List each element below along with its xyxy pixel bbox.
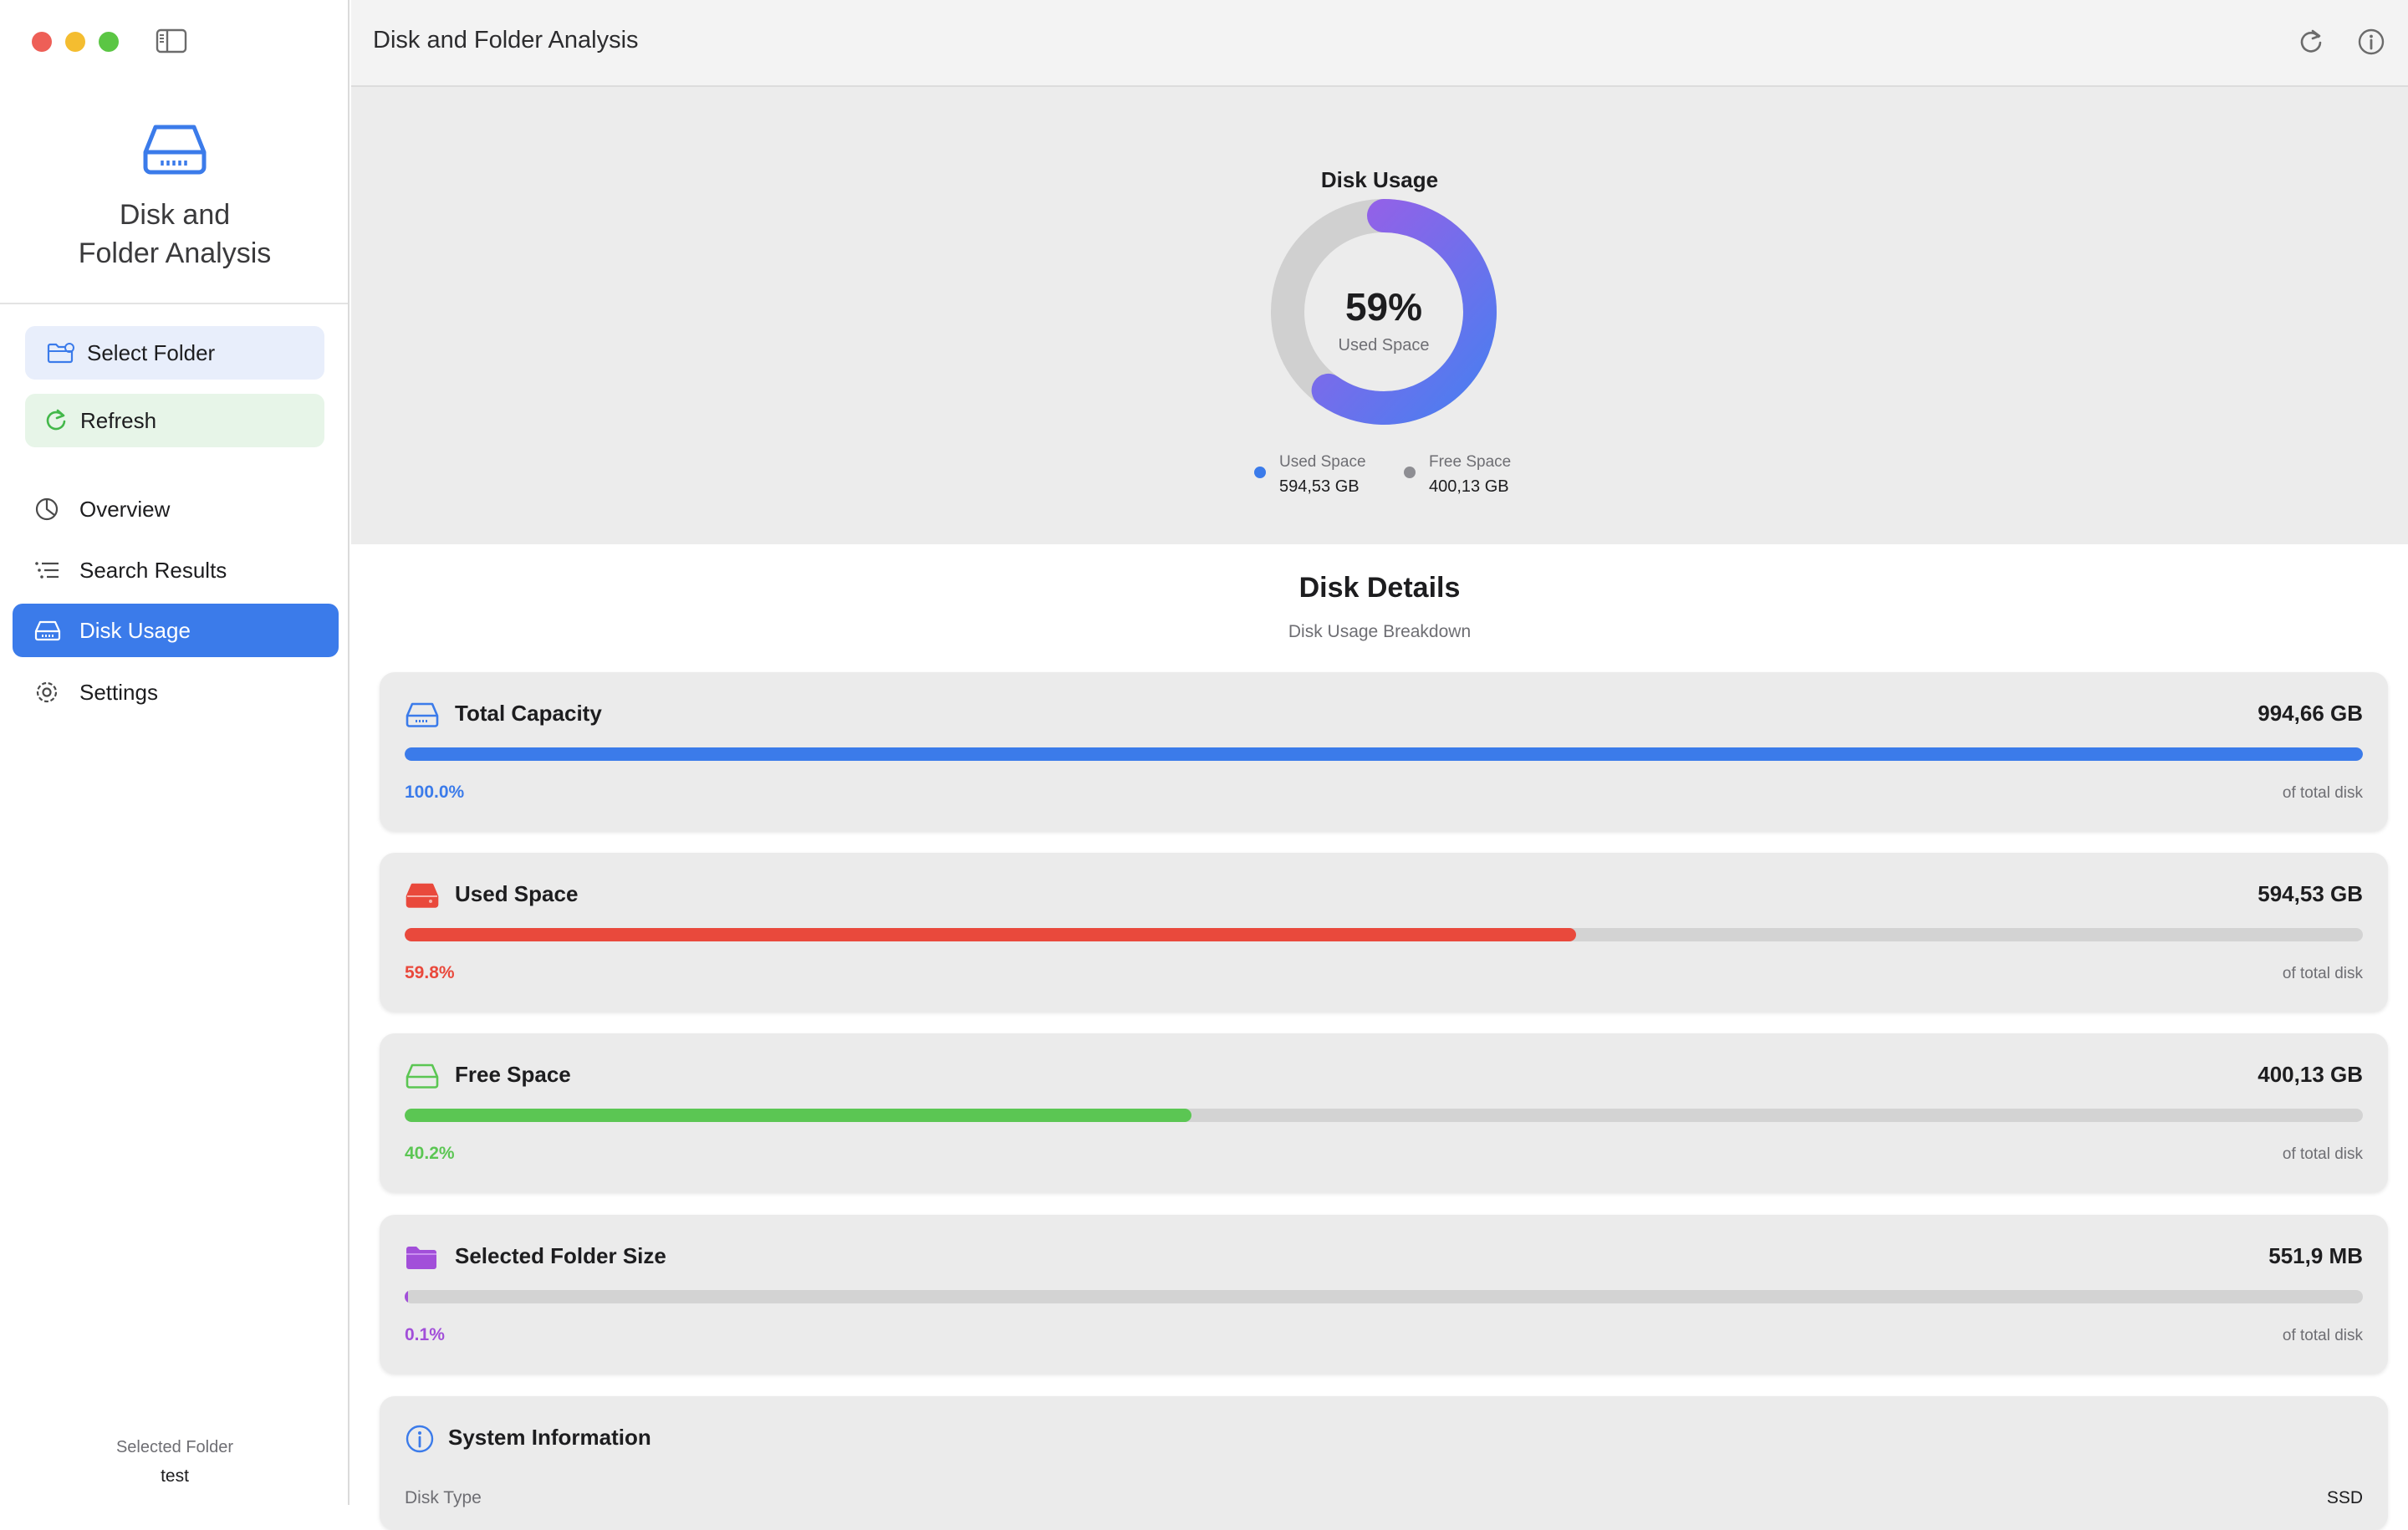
total-capacity-card: Total Capacity 994,66 GB 100.0% of total… [380, 672, 2388, 831]
card-percent: 100.0% [405, 783, 464, 803]
card-label: Used Space [455, 881, 578, 907]
gear-icon [34, 680, 64, 705]
select-folder-label: Select Folder [87, 340, 215, 366]
card-percent: 0.1% [405, 1325, 445, 1345]
free-space-card: Free Space 400,13 GB 40.2% of total disk [380, 1033, 2388, 1192]
card-caption: of total disk [2283, 1327, 2363, 1345]
drive-outline-icon [405, 699, 441, 731]
sidebar-item-label: Overview [79, 497, 170, 523]
drive-icon [34, 620, 64, 641]
select-folder-button[interactable]: Select Folder [25, 326, 324, 380]
window-controls [32, 32, 119, 52]
app-title-line2: Folder Analysis [0, 234, 349, 273]
minimize-window-button[interactable] [65, 32, 85, 52]
sidebar-item-label: Settings [79, 680, 158, 706]
drive-filled-icon [405, 880, 441, 911]
refresh-icon[interactable] [2294, 25, 2328, 59]
card-caption: of total disk [2283, 784, 2363, 803]
zoom-window-button[interactable] [99, 32, 119, 52]
drive-icon [142, 122, 207, 176]
details-subtitle: Disk Usage Breakdown [351, 622, 2408, 642]
selected-folder-size-card: Selected Folder Size 551,9 MB 0.1% of to… [380, 1215, 2388, 1374]
card-value: 551,9 MB [2268, 1243, 2363, 1269]
progress-fill [405, 747, 2363, 761]
close-window-button[interactable] [32, 32, 52, 52]
list-icon [34, 560, 64, 580]
sidebar-item-settings[interactable]: Settings [13, 666, 339, 719]
sidebar-item-label: Search Results [79, 558, 227, 584]
progress-fill [405, 928, 1576, 941]
sidebar-toggle-icon[interactable] [156, 28, 187, 54]
card-value: 400,13 GB [2258, 1062, 2363, 1088]
refresh-icon [43, 408, 69, 433]
refresh-label: Refresh [80, 408, 156, 434]
sidebar-divider [0, 303, 348, 304]
disk-type-value: SSD [2327, 1488, 2363, 1508]
toolbar: Disk and Folder Analysis [351, 0, 2408, 87]
card-value: 594,53 GB [2258, 881, 2363, 907]
legend-label: Used Space [1279, 451, 1366, 473]
card-value: 994,66 GB [2258, 701, 2363, 727]
disk-usage-chart-panel: Disk Usage 59% Used Space Used Space 594… [351, 87, 2408, 544]
app-title: Disk and Folder Analysis [0, 196, 349, 273]
selected-folder-caption: Selected Folder [0, 1438, 349, 1457]
refresh-button[interactable]: Refresh [25, 394, 324, 447]
progress-track [405, 928, 2363, 941]
sidebar-item-search-results[interactable]: Search Results [13, 543, 339, 597]
sidebar-item-disk-usage[interactable]: Disk Usage [13, 604, 339, 657]
legend-value: 594,53 GB [1279, 473, 1366, 500]
folder-badge-icon [47, 342, 75, 364]
card-label: System Information [448, 1425, 651, 1451]
folder-icon [405, 1242, 441, 1273]
disk-type-label: Disk Type [405, 1488, 482, 1508]
progress-fill [405, 1290, 408, 1303]
sidebar: Disk and Folder Analysis Select Folder R… [0, 0, 349, 1505]
progress-track [405, 747, 2363, 761]
progress-track [405, 1109, 2363, 1122]
card-caption: of total disk [2283, 965, 2363, 983]
sidebar-item-label: Disk Usage [79, 618, 191, 644]
legend-item-free: Free Space 400,13 GB [1404, 451, 1511, 500]
info-icon [405, 1423, 436, 1455]
pie-chart-icon [34, 497, 64, 522]
card-label: Free Space [455, 1062, 571, 1088]
donut-center-percent: 59% [1271, 284, 1497, 329]
legend-swatch-used [1254, 467, 1266, 478]
legend-swatch-free [1404, 467, 1416, 478]
page-title: Disk and Folder Analysis [373, 27, 639, 54]
card-percent: 40.2% [405, 1144, 455, 1164]
system-information-card: System Information Disk Type SSD [380, 1396, 2388, 1530]
progress-track [405, 1290, 2363, 1303]
card-caption: of total disk [2283, 1145, 2363, 1164]
used-space-card: Used Space 594,53 GB 59.8% of total disk [380, 853, 2388, 1012]
card-label: Selected Folder Size [455, 1243, 666, 1269]
details-title: Disk Details [351, 572, 2408, 604]
chart-title: Disk Usage [351, 167, 2408, 193]
info-icon[interactable] [2354, 25, 2388, 59]
donut-center-label: Used Space [1271, 336, 1497, 355]
progress-fill [405, 1109, 1191, 1122]
sidebar-item-overview[interactable]: Overview [13, 482, 339, 536]
selected-folder-value: test [0, 1466, 349, 1487]
legend-label: Free Space [1429, 451, 1511, 473]
card-label: Total Capacity [455, 701, 602, 727]
drive-outline-icon [405, 1060, 441, 1092]
card-percent: 59.8% [405, 963, 455, 983]
legend-item-used: Used Space 594,53 GB [1254, 451, 1366, 500]
app-title-line1: Disk and [0, 196, 349, 234]
legend-value: 400,13 GB [1429, 473, 1511, 500]
